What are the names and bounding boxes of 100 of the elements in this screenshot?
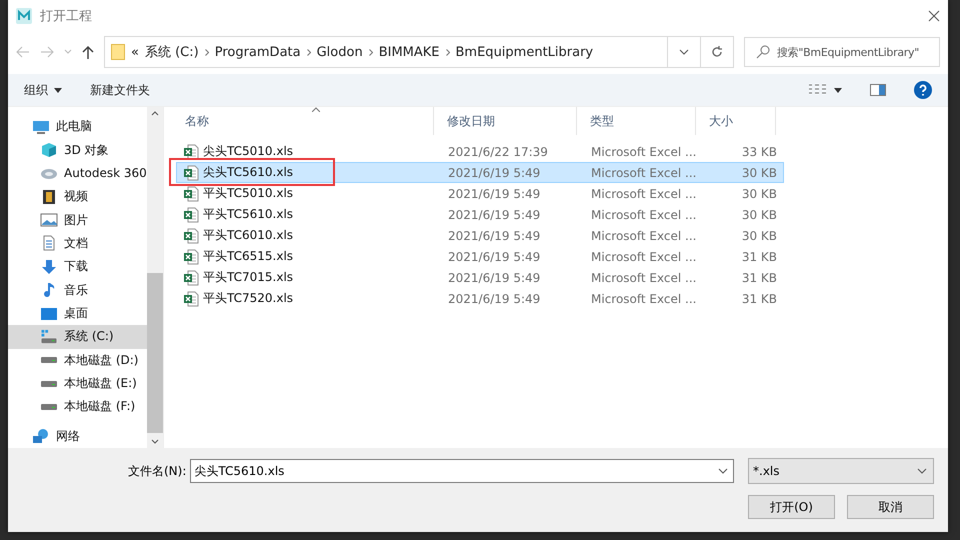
chevron-icon [368, 48, 373, 56]
breadcrumb[interactable]: Glodon [316, 44, 363, 60]
file-type-dropdown[interactable]: *.xls [748, 458, 934, 484]
nav-item[interactable]: 下载 [8, 255, 147, 279]
file-row[interactable]: 平头TC5010.xls 2021/6/19 5:49 Microsoft Excel ... 30 KB [176, 183, 784, 204]
chevron-icon [446, 48, 450, 56]
filename-label: 文件名(N): [128, 462, 186, 480]
nav-item[interactable]: 网络 [8, 424, 147, 448]
nav-item[interactable]: Autodesk 360 [8, 162, 147, 186]
search-icon [756, 45, 770, 59]
file-row[interactable]: 平头TC7015.xls 2021/6/19 5:49 Microsoft Excel ... 31 KB [176, 267, 784, 288]
spreadsheet-icon [183, 270, 199, 286]
drive-icon [41, 404, 57, 410]
filename-field[interactable]: 尖头TC5610.xls [190, 459, 734, 483]
nav-item[interactable]: 视频 [8, 185, 147, 208]
open-button[interactable]: 打开(O) [748, 495, 835, 519]
file-name: 尖头TC5010.xls [177, 143, 439, 160]
preview-pane-icon[interactable] [870, 84, 886, 96]
nav-item[interactable]: 本地磁盘 (F:) [8, 395, 147, 419]
drive-icon [41, 380, 57, 387]
size-cell-text: 31 KB [740, 270, 778, 284]
size-cell-text: 33 KB [740, 144, 778, 158]
type-cell-text: Microsoft Excel ... [590, 270, 698, 284]
file-name: 平头TC5610.xls [177, 206, 439, 223]
type-cell-text: Microsoft Excel ... [590, 186, 698, 200]
date-cell-text: 2021/6/19 5:49 [447, 166, 542, 180]
size-cell-text: 31 KB [740, 250, 778, 264]
help-icon[interactable] [914, 81, 932, 99]
column-header[interactable]: 修改日期 [434, 107, 577, 135]
column-header[interactable]: 名称 [172, 107, 434, 135]
film-icon [40, 188, 58, 205]
breadcrumb[interactable]: « [131, 44, 139, 60]
size-cell-text: 30 KB [740, 166, 778, 180]
file-row[interactable]: 平头TC5610.xls 2021/6/19 5:49 Microsoft Excel ... 30 KB [176, 204, 784, 225]
column-header[interactable]: 类型 [577, 107, 696, 135]
type-cell-text: Microsoft Excel ... [590, 144, 698, 158]
file-name: 平头TC6515.xls [177, 248, 439, 265]
nav-item[interactable]: 3D 对象 [8, 138, 147, 162]
breadcrumb[interactable]: BmEquipmentLibrary [456, 44, 594, 60]
file-row[interactable]: 平头TC7520.xls 2021/6/19 5:49 Microsoft Excel ... 31 KB [176, 288, 784, 309]
file-name: 平头TC7520.xls [177, 290, 439, 307]
type-cell-text: Microsoft Excel ... [590, 292, 698, 306]
file-name: 平头TC6010.xls [177, 227, 439, 244]
view-options-button[interactable] [808, 84, 842, 96]
organize-button[interactable]: 组织 [24, 82, 62, 98]
search-field[interactable]: 搜索"BmEquipmentLibrary" [744, 37, 940, 67]
spreadsheet-icon [183, 248, 199, 264]
chevron-down-icon [718, 468, 728, 474]
file-name: 平头TC7015.xls [177, 269, 439, 286]
date-cell-text: 2021/6/22 17:39 [447, 144, 549, 158]
spreadsheet-icon [183, 144, 199, 160]
caret-icon [54, 88, 62, 92]
spreadsheet-icon [183, 164, 199, 180]
size-cell-text: 30 KB [740, 208, 778, 222]
nav-item[interactable]: 本地磁盘 (D:) [8, 348, 147, 372]
breadcrumb[interactable]: ProgramData [214, 44, 301, 60]
new-folder-button[interactable]: 新建文件夹 [90, 82, 150, 98]
nav-item[interactable]: 系统 (C:) [8, 325, 147, 349]
spreadsheet-icon [183, 186, 199, 202]
nav-item[interactable]: 音乐 [8, 278, 147, 302]
computer-icon [32, 118, 50, 135]
chevron-icon [306, 48, 311, 56]
file-name: 尖头TC5610.xls [177, 164, 439, 181]
refresh-icon [711, 46, 723, 58]
nav-item[interactable]: 此电脑 [8, 115, 147, 138]
date-cell-text: 2021/6/19 5:49 [447, 228, 542, 242]
date-cell-text: 2021/6/19 5:49 [447, 270, 542, 284]
cancel-button[interactable]: 取消 [847, 495, 934, 519]
scroll-up-icon[interactable] [151, 111, 159, 116]
nav-item[interactable]: 图片 [8, 208, 147, 232]
type-cell-text: Microsoft Excel ... [590, 166, 698, 180]
breadcrumb[interactable]: BIMMAKE [378, 44, 440, 60]
scrollbar[interactable] [147, 107, 163, 448]
size-cell-text: 31 KB [740, 292, 778, 306]
file-name: 平头TC5010.xls [177, 185, 439, 202]
file-row[interactable]: 平头TC6010.xls 2021/6/19 5:49 Microsoft Excel ... 30 KB [176, 225, 784, 246]
file-row[interactable]: 尖头TC5010.xls 2021/6/22 17:39 Microsoft Excel ... 33 KB [176, 141, 784, 162]
type-cell-text: Microsoft Excel ... [590, 228, 698, 242]
chevron-down-icon [917, 468, 927, 474]
scroll-down-icon[interactable] [151, 439, 159, 444]
chevron-down-icon [679, 49, 689, 55]
close-icon[interactable] [928, 10, 940, 22]
caret-icon [834, 88, 842, 92]
spreadsheet-icon [183, 228, 199, 244]
nav-item[interactable]: 文档 [8, 232, 147, 256]
spreadsheet-icon [183, 206, 199, 222]
app-logo-icon [16, 8, 32, 24]
nav-item[interactable]: 本地磁盘 (E:) [8, 372, 147, 396]
folder-icon [111, 44, 125, 60]
file-row[interactable]: 平头TC6515.xls 2021/6/19 5:49 Microsoft Excel ... 31 KB [176, 246, 784, 267]
nav-item[interactable]: 桌面 [8, 302, 147, 326]
drive-icon [40, 329, 58, 344]
date-cell-text: 2021/6/19 5:49 [447, 208, 542, 222]
cube-icon [40, 142, 58, 158]
size-cell-text: 30 KB [740, 186, 778, 200]
address-bar[interactable]: « 系统 (C:) ProgramData Glodon BIMMAKE BmEquipmentLibrary [104, 36, 734, 68]
column-header[interactable]: 大小 [696, 107, 776, 135]
spreadsheet-icon [183, 290, 199, 306]
breadcrumb[interactable]: 系统 (C:) [144, 43, 199, 61]
up-arrow-icon[interactable] [82, 45, 94, 59]
